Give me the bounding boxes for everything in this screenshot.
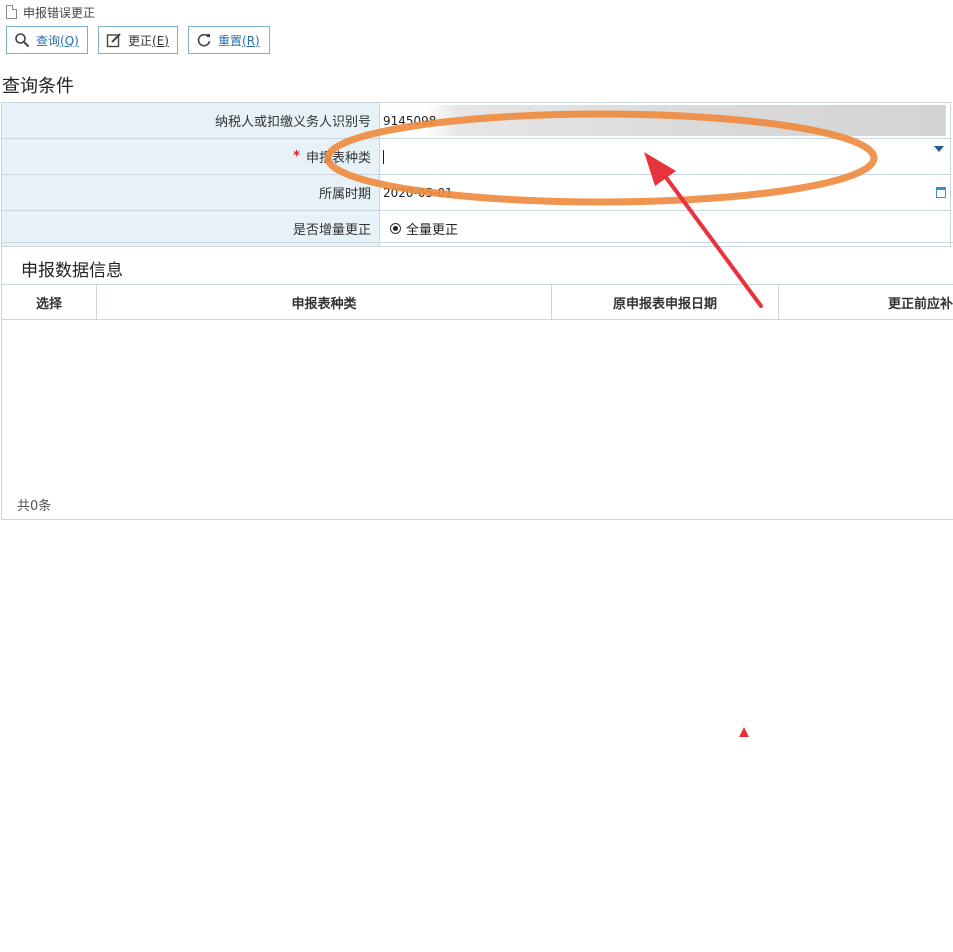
doc-icon: [6, 5, 17, 19]
query-button[interactable]: 查询(Q): [6, 26, 88, 54]
correct-button-label: 更正: [128, 33, 153, 48]
period-date-input[interactable]: 2020-05-01: [380, 175, 950, 210]
col-select[interactable]: 选择: [2, 285, 97, 319]
correct-button[interactable]: 更正(E): [98, 26, 178, 54]
taxpayer-id-field: 9145098: [380, 105, 946, 136]
incremental-label: 是否增量更正: [2, 211, 380, 246]
report-type-label: 申报表种类: [305, 151, 371, 166]
full-correction-radio[interactable]: [390, 223, 401, 234]
period-label: 所属时期: [2, 175, 380, 210]
form-row-taxpayer-id: 纳税人或扣缴义务人识别号 9145098: [2, 103, 950, 139]
form-row-report-type: * 申报表种类: [2, 139, 950, 175]
incremental-radio-group: 全量更正: [380, 211, 950, 246]
col-report-type[interactable]: 申报表种类: [97, 285, 552, 319]
col-original-date[interactable]: 原申报表申报日期: [552, 285, 779, 319]
query-section-title: 查询条件: [2, 76, 74, 97]
correct-shortcut: (E): [152, 33, 169, 48]
reset-button-label: 重置: [218, 33, 243, 48]
dropdown-arrow-icon[interactable]: [934, 146, 944, 152]
taxpayer-id-label: 纳税人或扣缴义务人识别号: [2, 103, 380, 138]
reset-button[interactable]: 重置(R): [188, 26, 270, 54]
calendar-icon[interactable]: [936, 187, 946, 198]
report-type-select[interactable]: [380, 139, 950, 174]
search-icon: [14, 32, 30, 48]
full-correction-label[interactable]: 全量更正: [406, 219, 458, 238]
toolbar: 查询(Q) 更正(E) 重置(R): [6, 26, 270, 54]
period-value: 2020-05-01: [383, 185, 453, 200]
edit-icon: [106, 32, 122, 48]
taxpayer-id-value: 9145098: [383, 113, 437, 128]
reset-shortcut: (R): [242, 33, 260, 48]
text-cursor: [383, 149, 384, 164]
col-pre-correction[interactable]: 更正前应补: [779, 285, 953, 319]
query-form: 纳税人或扣缴义务人识别号 9145098 * 申报表种类 所属时期 2020-0…: [1, 102, 951, 247]
breadcrumb-title: 申报错误更正: [23, 5, 96, 20]
refresh-icon: [196, 32, 212, 48]
table-header: 选择 申报表种类 原申报表申报日期 更正前应补: [2, 284, 953, 320]
query-button-label: 查询: [36, 33, 61, 48]
annotation-small-triangle: [739, 727, 749, 737]
form-row-period: 所属时期 2020-05-01: [2, 175, 950, 211]
result-section-title: 申报数据信息: [21, 261, 123, 281]
required-mark: *: [293, 149, 300, 164]
breadcrumb: 申报错误更正: [6, 3, 95, 21]
record-count: 共0条: [17, 499, 52, 514]
query-shortcut: (Q): [60, 33, 79, 48]
result-panel: 申报数据信息 选择 申报表种类 原申报表申报日期 更正前应补 共0条: [1, 242, 953, 520]
